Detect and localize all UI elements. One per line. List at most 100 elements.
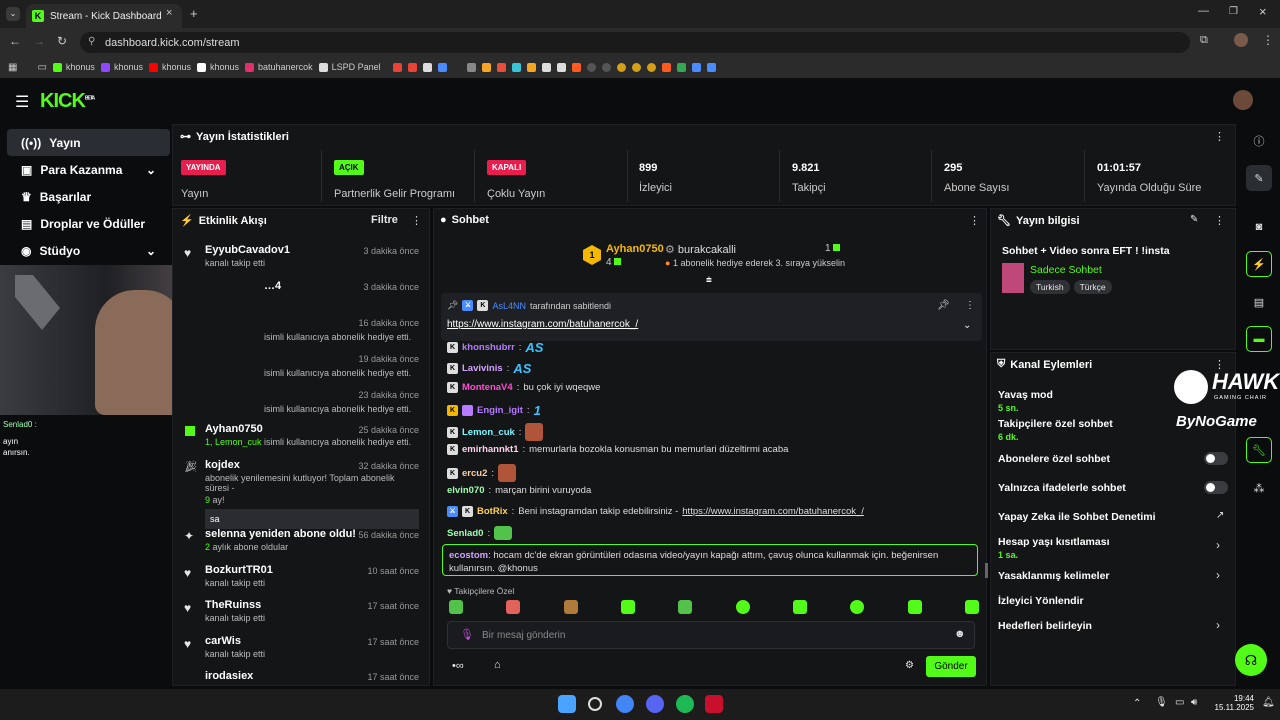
bookmark-icon[interactable]	[661, 62, 671, 72]
minimize-icon[interactable]: —	[1198, 5, 1209, 17]
scroll-down-icon[interactable]: ⩧	[706, 275, 712, 286]
chevron-right-icon[interactable]: ›	[1216, 618, 1220, 632]
chevron-right-icon[interactable]: ›	[1216, 568, 1220, 582]
top-gifter-name[interactable]: Ayhan0750	[606, 243, 664, 255]
maximize-icon[interactable]: ❐	[1229, 6, 1238, 17]
bookmark-item[interactable]: LSPD Panel	[318, 62, 381, 72]
notifications-icon[interactable]: 🔔︎	[1262, 697, 1275, 708]
chat-menu-icon[interactable]: ⋮	[969, 214, 980, 227]
lightning-icon[interactable]: ⚡	[1246, 251, 1272, 277]
hamburger-menu-icon[interactable]: ☰	[15, 92, 29, 112]
bookmark-icon[interactable]	[601, 62, 611, 72]
apps-grid-icon[interactable]: ▦	[8, 62, 17, 73]
emoji-icon[interactable]: ☻	[954, 628, 966, 640]
chat-bubble-icon[interactable]: ▬	[1246, 326, 1272, 352]
emote-button[interactable]	[850, 600, 865, 614]
camera-icon[interactable]: ◙	[1246, 214, 1272, 240]
bookmark-icon[interactable]	[631, 62, 641, 72]
subs-only-toggle[interactable]	[1204, 452, 1228, 465]
infinity-icon[interactable]: •∞	[452, 660, 464, 672]
microphone-tray-icon[interactable]: 🎙︎	[1155, 697, 1168, 708]
bookmark-icon[interactable]	[496, 62, 506, 72]
gmail-icon[interactable]	[392, 62, 402, 72]
windows-start-icon[interactable]	[558, 695, 576, 713]
chevron-right-icon[interactable]: ›	[1216, 538, 1220, 552]
edit-icon[interactable]: ✎	[1246, 165, 1272, 191]
action-account-age[interactable]: Hesap yaşı kısıtlaması 1 sa.	[998, 536, 1110, 560]
wrench-icon[interactable]: 🔧︎	[1246, 437, 1272, 463]
tray-chevron-icon[interactable]: ⌃	[1133, 698, 1141, 709]
action-host[interactable]: İzleyici Yönlendir	[998, 595, 1084, 607]
site-info-icon[interactable]: ⚲	[88, 36, 95, 47]
doc-icon[interactable]	[466, 62, 476, 72]
volume-icon[interactable]: 🔊︎	[1191, 697, 1197, 708]
pinned-link[interactable]: https://www.instagram.com/batuhanercok_/	[447, 319, 638, 330]
chat-input[interactable]: 🎙︎ Bir mesaj gönderin ☻	[447, 621, 975, 649]
emote-button[interactable]	[735, 600, 750, 614]
browser-tab[interactable]: K Stream - Kick Dashboard ×	[26, 4, 182, 28]
emote-button[interactable]	[964, 600, 979, 614]
emote-button[interactable]	[506, 600, 521, 614]
second-gifter[interactable]: ⚙ burakcakalli	[665, 243, 736, 256]
folder-icon[interactable]: ▭	[37, 62, 46, 73]
send-button[interactable]: Gönder	[926, 656, 976, 677]
document-icon[interactable]: ▤	[1246, 289, 1272, 315]
bookmark-icon[interactable]	[586, 62, 596, 72]
chrome-icon[interactable]	[616, 695, 634, 713]
stream-info-menu-icon[interactable]: ⋮	[1214, 214, 1225, 227]
edit-pencil-icon[interactable]: ✎	[1190, 214, 1198, 225]
kick-logo[interactable]: KICKBETA	[40, 90, 95, 113]
emote-button[interactable]	[678, 600, 693, 614]
action-goals[interactable]: Hedefleri belirleyin	[998, 620, 1092, 632]
sidebar-item-yayin[interactable]: ((•)) Yayın	[7, 129, 170, 156]
gmail-icon[interactable]	[407, 62, 417, 72]
spotify-icon[interactable]	[676, 695, 694, 713]
user-avatar[interactable]	[1233, 90, 1253, 110]
bookmark-icon[interactable]	[511, 62, 521, 72]
action-slow-mode[interactable]: Yavaş mod 5 sn.	[998, 389, 1053, 413]
bookmark-icon[interactable]	[541, 62, 551, 72]
sheets-icon[interactable]	[676, 62, 686, 72]
reload-icon[interactable]: ↻	[57, 34, 67, 48]
search-icon[interactable]	[588, 697, 602, 711]
bookmark-icon[interactable]	[481, 62, 491, 72]
bookmark-icon[interactable]	[691, 62, 701, 72]
extensions-icon[interactable]: ⧉	[1200, 34, 1208, 47]
settings-gear-icon[interactable]: ⚙	[905, 660, 914, 671]
microphone-icon[interactable]: 🎙︎	[460, 628, 474, 641]
chevron-down-icon[interactable]: ⌄	[963, 320, 971, 331]
browser-menu-icon[interactable]: ⋮	[1262, 33, 1274, 47]
sidebar-item-droplar[interactable]: ▤ Droplar ve Ödüller	[7, 210, 170, 237]
bookmark-item[interactable]: khonus	[197, 62, 239, 72]
new-tab-icon[interactable]: +	[190, 6, 198, 21]
network-icon[interactable]: ▭	[1175, 697, 1184, 708]
close-window-icon[interactable]: ×	[1259, 4, 1267, 19]
emote-button[interactable]	[907, 600, 922, 614]
bookmark-icon[interactable]	[646, 62, 656, 72]
bookmark-icon[interactable]	[556, 62, 566, 72]
external-link-icon[interactable]: ↗	[1216, 510, 1224, 521]
bookmark-item[interactable]: khonus	[100, 62, 143, 72]
store-icon[interactable]: ⌂	[494, 659, 501, 671]
bookmark-icon[interactable]	[706, 62, 716, 72]
filter-button[interactable]: Filtre	[371, 214, 398, 226]
bookmark-icon[interactable]	[422, 62, 432, 72]
action-followers-only[interactable]: Takipçilere özel sohbet 6 dk.	[998, 418, 1113, 442]
url-field[interactable]: ⚲ dashboard.kick.com/stream	[80, 32, 1190, 53]
unpin-icon[interactable]: 📌︎	[937, 300, 950, 311]
sidebar-item-basarilar[interactable]: ♛ Başarılar	[7, 183, 170, 210]
emote-button[interactable]	[792, 600, 807, 614]
sidebar-item-para-kazanma[interactable]: ▣ Para Kazanma ⌄	[7, 156, 170, 183]
discord-icon[interactable]	[646, 695, 664, 713]
category-name[interactable]: Sadece Sohbet	[1030, 264, 1102, 276]
bookmark-icon[interactable]	[526, 62, 536, 72]
tag[interactable]: Türkçe	[1073, 280, 1112, 294]
bookmark-icon[interactable]	[616, 62, 626, 72]
info-icon[interactable]: ⓘ	[1246, 128, 1272, 154]
app-icon[interactable]	[705, 695, 723, 713]
tab-search-button[interactable]: ⌄	[6, 7, 20, 21]
emote-button[interactable]	[620, 600, 635, 614]
emotes-only-toggle[interactable]	[1204, 481, 1228, 494]
bookmark-icon[interactable]	[571, 62, 581, 72]
emote-button[interactable]	[449, 600, 463, 614]
